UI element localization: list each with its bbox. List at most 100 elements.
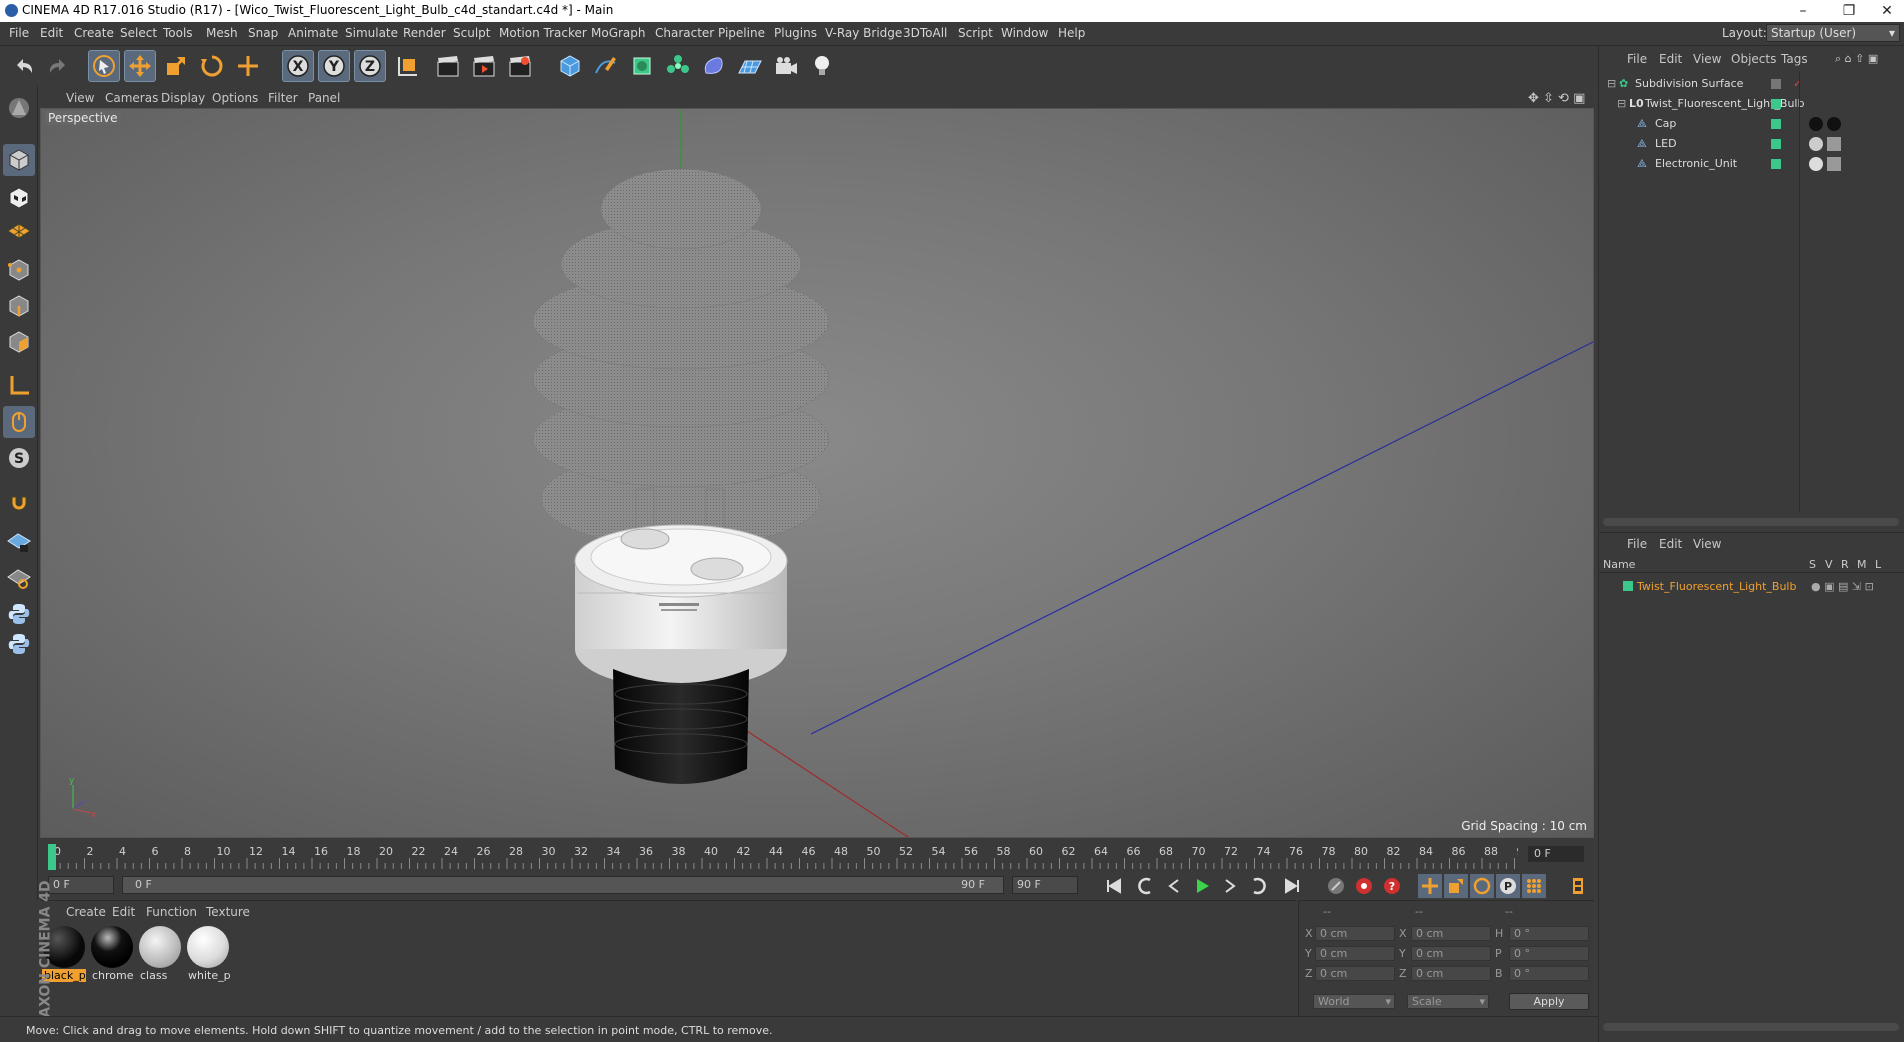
menu-mesh[interactable]: Mesh	[206, 26, 238, 40]
column-solo[interactable]: S	[1809, 558, 1816, 571]
objects-menu-file[interactable]: File	[1627, 52, 1647, 66]
objects-menu-objects[interactable]: Objects	[1731, 52, 1776, 66]
object-row-cap[interactable]: ⟁ Cap	[1599, 114, 1904, 134]
rotation-b-field[interactable]: 0 °	[1509, 966, 1589, 981]
material-menu-function[interactable]: Function	[146, 905, 197, 919]
material-menu-edit[interactable]: Edit	[112, 905, 135, 919]
objects-menu-view[interactable]: View	[1693, 52, 1721, 66]
viewport-menu-view[interactable]: View	[66, 91, 94, 105]
layers-menu-view[interactable]: View	[1693, 537, 1721, 551]
material-menu-create[interactable]: Create	[66, 905, 106, 919]
object-row-subdivision-surface[interactable]: ⊟ ✿ Subdivision Surface ✓	[1599, 74, 1904, 94]
keyframe-selection-button[interactable]: ?	[1380, 874, 1404, 898]
previous-frame-button[interactable]	[1162, 874, 1186, 898]
menu-character[interactable]: Character	[655, 26, 714, 40]
layout-select[interactable]: Startup (User) ▾	[1766, 24, 1900, 42]
menu-render[interactable]: Render	[403, 26, 446, 40]
menu-create[interactable]: Create	[74, 26, 114, 40]
make-editable-button[interactable]	[3, 92, 35, 124]
workplane-mode-button[interactable]	[3, 214, 35, 246]
start-frame-field[interactable]: 0 F	[48, 876, 114, 894]
python-script-button-2[interactable]	[3, 628, 35, 660]
go-to-end-button[interactable]	[1280, 874, 1304, 898]
menu-select[interactable]: Select	[120, 26, 157, 40]
add-camera-button[interactable]	[770, 50, 802, 82]
render-picture-viewer-button[interactable]	[468, 50, 500, 82]
menu-simulate[interactable]: Simulate	[345, 26, 398, 40]
texture-mode-button[interactable]	[3, 182, 35, 214]
menu-window[interactable]: Window	[1001, 26, 1048, 40]
next-key-button[interactable]	[1246, 874, 1270, 898]
add-subdivision-button[interactable]	[626, 50, 658, 82]
texture-tag-icon[interactable]	[1827, 157, 1841, 171]
add-mograph-button[interactable]	[662, 50, 694, 82]
material-swatch-chrome[interactable]: chrome	[90, 925, 134, 983]
axis-mode-button[interactable]	[3, 370, 35, 402]
coordinate-system-button[interactable]	[392, 50, 424, 82]
menu-tools[interactable]: Tools	[163, 26, 193, 40]
material-tag-icon[interactable]	[1809, 157, 1823, 171]
layers-menu-file[interactable]: File	[1627, 537, 1647, 551]
layer-flag-icons[interactable]: ● ▣ ▤ ⇲ ⊡	[1811, 580, 1874, 593]
editor-toggle-icon[interactable]	[1771, 79, 1781, 89]
menu-pipeline[interactable]: Pipeline	[718, 26, 765, 40]
size-x-field[interactable]: 0 cm	[1411, 926, 1491, 941]
menu-script[interactable]: Script	[958, 26, 993, 40]
grid-lock-button[interactable]	[3, 526, 35, 558]
render-settings-button[interactable]	[504, 50, 536, 82]
layer-row[interactable]: Twist_Fluorescent_Light_Bulb ● ▣ ▤ ⇲ ⊡	[1599, 577, 1904, 597]
move-tool-button[interactable]	[124, 50, 156, 82]
position-z-field[interactable]: 0 cm	[1315, 966, 1395, 981]
search-icon[interactable]: ⌕ ⌂ ⇧ ▣	[1835, 52, 1878, 66]
frame-range-slider[interactable]: 0 F 90 F	[122, 876, 1004, 894]
rotation-p-field[interactable]: 0 °	[1509, 946, 1589, 961]
disabled-check-icon[interactable]: ✓	[1793, 77, 1802, 90]
rotate-tool-button[interactable]	[196, 50, 228, 82]
record-keys-button[interactable]	[1324, 874, 1348, 898]
objects-menu-tags[interactable]: Tags	[1781, 52, 1808, 66]
rotation-h-field[interactable]: 0 °	[1509, 926, 1589, 941]
column-visible[interactable]: V	[1825, 558, 1833, 571]
perspective-viewport[interactable]: y x Perspective Grid Spacing : 10 cm	[40, 108, 1594, 838]
objects-menu-edit[interactable]: Edit	[1659, 52, 1682, 66]
coordinate-space-select[interactable]: World ▾	[1313, 994, 1395, 1009]
timeline-ruler[interactable]: 0 2 4 6 8 10 12 14 16 18 20 22 24 26 28 30 32 34 36 38 40 42 4…	[40, 838, 1594, 874]
viewport-menu-options[interactable]: Options	[212, 91, 258, 105]
current-frame-field[interactable]: 0 F	[1528, 846, 1584, 862]
previous-key-button[interactable]	[1134, 874, 1158, 898]
size-y-field[interactable]: 0 cm	[1411, 946, 1491, 961]
collapse-icon[interactable]: ⊟	[1617, 97, 1626, 110]
material-swatch-white-p[interactable]: white_p	[186, 925, 230, 983]
object-row-electronic-unit[interactable]: ⟁ Electronic_Unit	[1599, 154, 1904, 174]
next-frame-button[interactable]	[1218, 874, 1242, 898]
key-scale-button[interactable]	[1444, 874, 1468, 898]
undo-button[interactable]	[8, 50, 40, 82]
tweak-mode-button[interactable]	[3, 406, 35, 438]
menu-file[interactable]: File	[9, 26, 29, 40]
x-axis-lock-button[interactable]: X	[282, 50, 314, 82]
recent-tools-button[interactable]	[232, 50, 264, 82]
snap-button[interactable]	[3, 486, 35, 518]
playhead-marker[interactable]	[48, 844, 56, 870]
viewport-navigation-icons[interactable]: ✥ ⇳ ⟲ ▣	[1528, 91, 1585, 106]
material-menu-texture[interactable]: Texture	[206, 905, 250, 919]
material-swatch-class[interactable]: class	[138, 925, 182, 983]
planar-workplane-button[interactable]	[3, 562, 35, 594]
position-x-field[interactable]: 0 cm	[1315, 926, 1395, 941]
points-mode-button[interactable]	[3, 254, 35, 286]
key-pla-button[interactable]	[1522, 874, 1546, 898]
scale-tool-button[interactable]	[160, 50, 192, 82]
menu-motion-tracker[interactable]: Motion Tracker	[499, 26, 587, 40]
autokeying-button[interactable]	[1352, 874, 1376, 898]
menu-help[interactable]: Help	[1058, 26, 1085, 40]
solo-button[interactable]: S	[3, 442, 35, 474]
model-mode-button[interactable]	[3, 144, 35, 176]
z-axis-lock-button[interactable]: Z	[354, 50, 386, 82]
menu-snap[interactable]: Snap	[248, 26, 278, 40]
add-floor-button[interactable]	[734, 50, 766, 82]
polygons-mode-button[interactable]	[3, 326, 35, 358]
position-y-field[interactable]: 0 cm	[1315, 946, 1395, 961]
column-name[interactable]: Name	[1603, 558, 1635, 571]
python-script-button-1[interactable]	[3, 598, 35, 630]
material-tag-icon[interactable]	[1809, 137, 1823, 151]
